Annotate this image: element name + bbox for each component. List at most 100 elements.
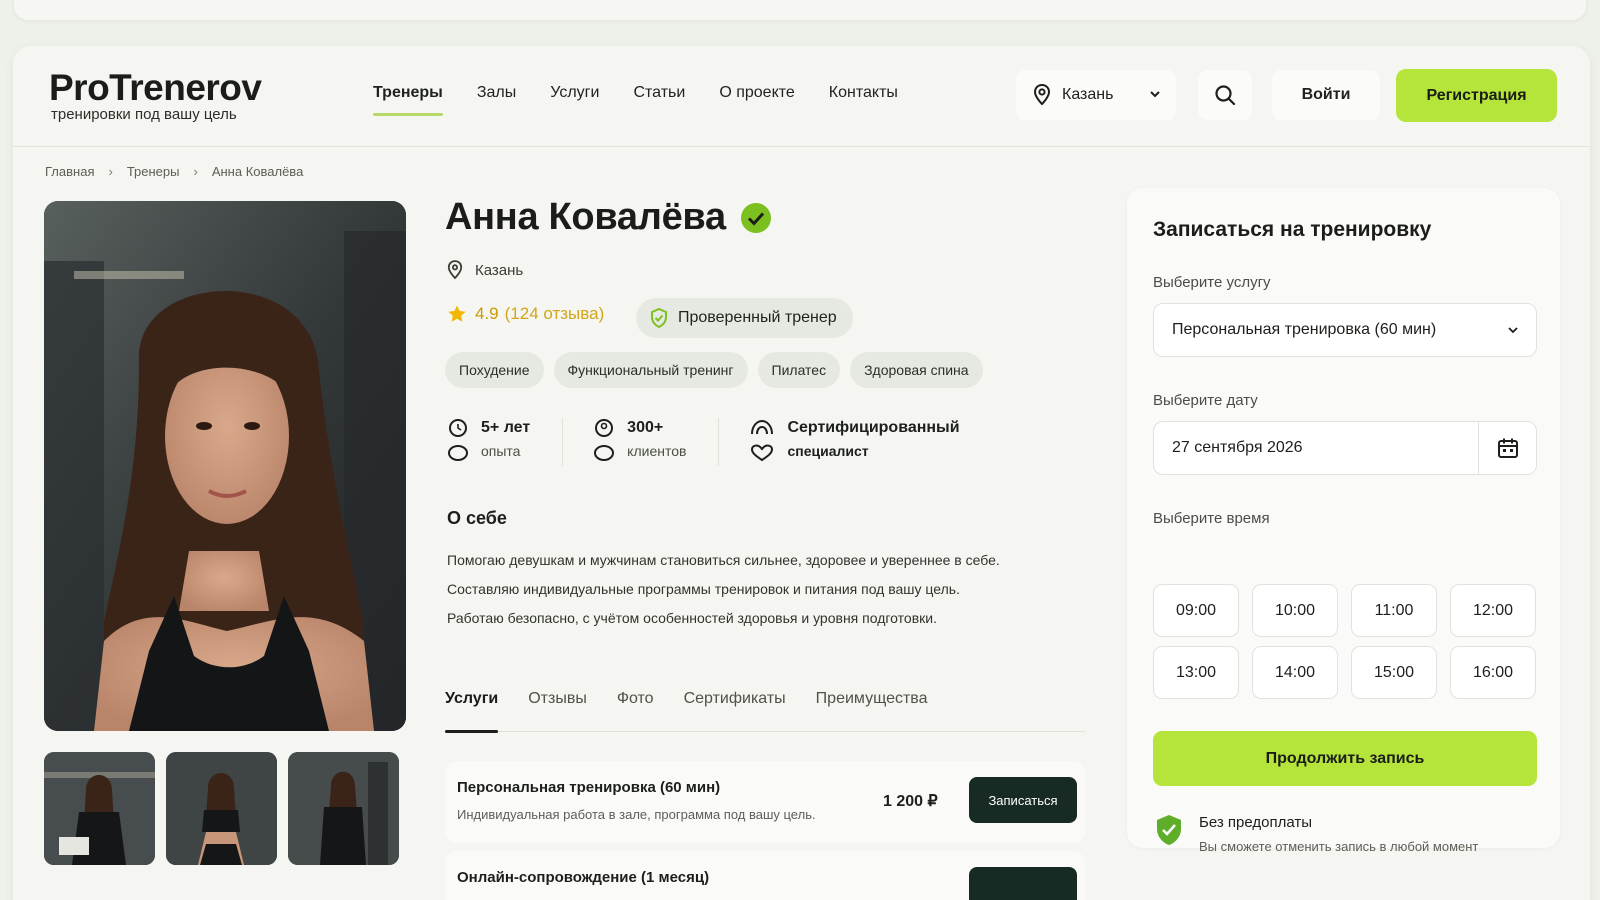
time-select-label: Выберите время	[1153, 510, 1270, 527]
breadcrumb: Главная › Тренеры › Анна Ковалёва	[45, 164, 303, 179]
chevron-right-icon: ›	[108, 164, 113, 179]
calendar-button[interactable]	[1478, 422, 1536, 474]
nav-services[interactable]: Услуги	[550, 84, 599, 116]
breadcrumb-trainers[interactable]: Тренеры	[127, 164, 180, 179]
gallery-thumb-1[interactable]	[44, 752, 155, 865]
trainer-portrait-image	[44, 201, 406, 731]
time-slot[interactable]: 12:00	[1450, 584, 1536, 637]
no-prepayment-note: Без предоплаты Вы сможете отменить запис…	[1155, 814, 1478, 854]
date-select-label: Выберите дату	[1153, 392, 1258, 409]
tab-services[interactable]: Услуги	[445, 682, 499, 733]
trainer-city-label: Казань	[475, 261, 524, 279]
nav-contacts[interactable]: Контакты	[829, 84, 898, 116]
continue-booking-button[interactable]: Продолжить запись	[1153, 731, 1537, 786]
about-line-3: Работаю безопасно, с учётом особенностей…	[447, 610, 937, 626]
tag-healthy-back[interactable]: Здоровая спина	[850, 352, 983, 388]
date-field-value: 27 сентября 2026	[1172, 439, 1303, 456]
book-service-button[interactable]: Записаться	[969, 777, 1077, 823]
register-button[interactable]: Регистрация	[1396, 69, 1557, 122]
chevron-right-icon: ›	[193, 164, 198, 179]
shield-check-icon	[651, 308, 667, 328]
tag-functional-training[interactable]: Функциональный тренинг	[553, 352, 748, 388]
service-description: Индивидуальная работа в зале, программа …	[457, 807, 816, 822]
stat-divider	[562, 418, 564, 466]
about-line-2: Составляю индивидуальные программы трени…	[447, 581, 960, 597]
tab-photos[interactable]: Фото	[617, 682, 654, 732]
logo-subtitle: тренировки под вашу цель	[51, 106, 237, 123]
about-text: Помогаю девушкам и мужчинам становиться …	[447, 546, 1107, 633]
service-name: Персональная тренировка (60 мин)	[457, 779, 721, 796]
tab-reviews[interactable]: Отзывы	[528, 682, 587, 732]
login-button[interactable]: Войти	[1272, 70, 1380, 120]
nav-gyms[interactable]: Залы	[477, 84, 516, 116]
stat-certified-label: специалист	[787, 443, 869, 459]
verified-check-icon	[740, 202, 771, 233]
stat-divider	[718, 418, 720, 466]
gallery-image	[166, 752, 277, 865]
tag-pilates[interactable]: Пилатес	[757, 352, 841, 388]
trainer-name: Анна Ковалёва	[445, 196, 726, 238]
stat-certified-value: Сертифицированный	[787, 419, 960, 436]
service-card: Персональная тренировка (60 мин) Индивид…	[445, 761, 1085, 843]
user-icon	[595, 419, 614, 437]
time-slot[interactable]: 15:00	[1351, 646, 1437, 699]
city-select[interactable]: Казань	[1016, 70, 1176, 120]
search-icon	[1215, 85, 1236, 106]
about-title: О себе	[447, 508, 507, 528]
tab-certificates[interactable]: Сертификаты	[684, 682, 786, 732]
calendar-icon	[1497, 438, 1518, 458]
stat-clients-label: клиентов	[627, 443, 687, 459]
booking-title: Записаться на тренировку	[1153, 218, 1432, 241]
tab-advantages[interactable]: Преимущества	[816, 682, 928, 732]
rating-value: 4.9	[475, 304, 499, 323]
logo-title: ProTrenerov	[49, 67, 262, 108]
nav-about[interactable]: О проекте	[719, 84, 794, 116]
clock-icon	[449, 419, 467, 437]
trainer-main-photo[interactable]	[44, 201, 406, 731]
gallery-image	[44, 752, 155, 865]
time-slot[interactable]: 10:00	[1252, 584, 1338, 637]
date-field[interactable]: 27 сентября 2026	[1153, 421, 1537, 475]
stat-experience-label: опыта	[481, 443, 521, 459]
service-name: Онлайн-сопровождение (1 месяц)	[457, 869, 710, 886]
verified-trainer-badge: Проверенный тренер	[636, 298, 853, 338]
nav-trainers[interactable]: Тренеры	[373, 84, 443, 116]
breadcrumb-home[interactable]: Главная	[45, 164, 94, 179]
service-select[interactable]: Персональная тренировка (60 мин)	[1153, 303, 1537, 357]
gallery-image	[288, 752, 399, 865]
service-card: Онлайн-сопровождение (1 месяц)	[445, 851, 1085, 900]
trainer-rating[interactable]: 4.9 (124 отзыва)	[447, 304, 604, 324]
circle-icon	[594, 445, 615, 461]
service-select-value: Персональная тренировка (60 мин)	[1172, 321, 1437, 338]
about-line-1: Помогаю девушкам и мужчинам становиться …	[447, 552, 1000, 568]
booking-panel: Записаться на тренировку Выберите услугу…	[1127, 188, 1560, 854]
profile-tabs: Услуги Отзывы Фото Сертификаты Преимущес…	[445, 682, 1085, 733]
stat-clients: 300+ клиентов	[593, 416, 686, 466]
gallery-thumb-3[interactable]	[288, 752, 399, 865]
stat-certified: Сертифицированный специалист	[749, 416, 960, 466]
time-slot[interactable]: 13:00	[1153, 646, 1239, 699]
star-icon	[448, 305, 466, 322]
page-frame: ProTrenerov тренировки под вашу цель Тре…	[13, 46, 1590, 900]
time-slot[interactable]: 09:00	[1153, 584, 1239, 637]
time-slot[interactable]: 16:00	[1450, 646, 1536, 699]
trainer-name-row: Анна Ковалёва	[445, 196, 772, 239]
shield-check-icon	[1157, 815, 1181, 845]
trainer-stats: 5+ лет опыта 300+ клиентов Сертифицирова…	[447, 416, 1012, 466]
location-pin-icon	[1033, 84, 1051, 106]
chevron-down-icon	[1150, 91, 1160, 98]
service-price: 1 200 ₽	[883, 793, 938, 810]
gallery-thumb-2[interactable]	[166, 752, 277, 865]
header: ProTrenerov тренировки под вашу цель Тре…	[13, 46, 1590, 147]
logo[interactable]: ProTrenerov тренировки под вашу цель	[49, 67, 262, 124]
book-service-button[interactable]	[969, 867, 1077, 900]
certificate-icon	[751, 419, 774, 435]
tag-weight-loss[interactable]: Похудение	[445, 352, 544, 388]
nav-articles[interactable]: Статьи	[633, 84, 685, 116]
trainer-city: Казань	[447, 260, 523, 280]
review-count: (124 отзыва)	[504, 304, 605, 323]
time-slot[interactable]: 11:00	[1351, 584, 1437, 637]
search-button[interactable]	[1198, 70, 1252, 120]
breadcrumb-current: Анна Ковалёва	[211, 164, 304, 179]
time-slot[interactable]: 14:00	[1252, 646, 1338, 699]
